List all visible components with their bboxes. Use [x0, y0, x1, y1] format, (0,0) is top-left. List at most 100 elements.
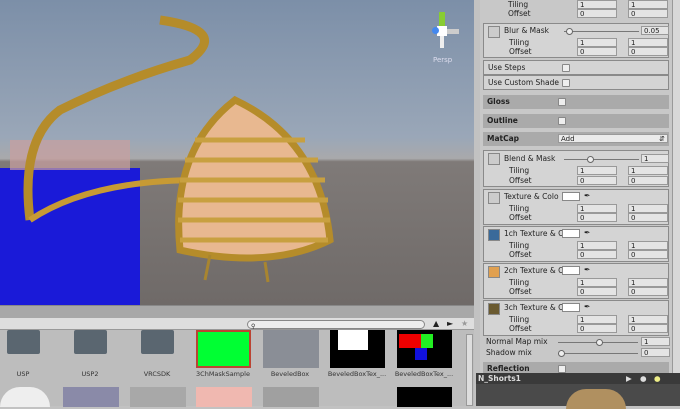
blend-mask-label: Blend & Mask	[504, 154, 556, 163]
eyedropper-icon[interactable]: ✒	[584, 265, 590, 275]
eyedropper-icon[interactable]: ✒	[584, 228, 590, 238]
tiling-x-field[interactable]: 1	[577, 38, 617, 47]
orientation-gizmo-icon[interactable]	[430, 12, 460, 52]
tiling-y-field[interactable]: 1	[628, 315, 668, 324]
asset-label[interactable]: USP2	[57, 370, 123, 378]
material-preview[interactable]	[476, 384, 680, 409]
blur-mask-value[interactable]: 0.05	[641, 26, 669, 35]
shadow-mix-label: Shadow mix	[486, 348, 532, 357]
offset-y-field[interactable]: 0	[628, 213, 668, 222]
tiling-label: Tiling	[509, 166, 530, 175]
blur-mask-slider[interactable]	[564, 28, 639, 35]
tiling-y-field[interactable]: 1	[628, 166, 668, 175]
normal-map-mix-label: Normal Map mix	[486, 337, 548, 346]
texture-slot[interactable]	[488, 26, 500, 38]
normal-map-mix-slider[interactable]	[558, 339, 638, 346]
eyedropper-icon[interactable]: ✒	[584, 302, 590, 312]
color-swatch[interactable]	[562, 229, 580, 238]
tiling-y-field[interactable]: 1	[628, 241, 668, 250]
offset-y-field[interactable]: 0	[628, 250, 668, 259]
offset-x-field[interactable]: 0	[577, 176, 617, 185]
asset-label[interactable]: BeveledBoxTex_...	[324, 370, 390, 378]
tiling-y-field[interactable]: 1	[628, 204, 668, 213]
eyedropper-icon[interactable]: ✒	[584, 191, 590, 201]
offset-y-field[interactable]: 0	[628, 287, 668, 296]
texture-slot[interactable]	[488, 229, 500, 241]
material-inspector: Tiling Offset 1 1 0 0 Blur & Mask 0.05 T…	[480, 0, 672, 373]
offset-label: Offset	[509, 250, 532, 259]
asset-label[interactable]: VRCSDK	[124, 370, 190, 378]
filter-by-type-icon[interactable]: ▲	[433, 319, 439, 328]
scene-scrollbar[interactable]	[0, 305, 474, 318]
blur-mask-section: Blur & Mask 0.05 Tiling Offset 1 1 0 0	[483, 23, 669, 58]
offset-y-field[interactable]: 0	[628, 9, 668, 18]
matcap-label: MatCap	[487, 134, 520, 143]
1ch-texture-section: 1ch Texture & C ✒ Tiling Offset 1 1 0 0	[483, 226, 669, 262]
inspector-scrollbar[interactable]	[672, 0, 680, 373]
offset-x-field[interactable]: 0	[577, 287, 617, 296]
scene-objects	[0, 15, 334, 305]
offset-x-field[interactable]: 0	[577, 324, 617, 333]
asset-label[interactable]: USP	[0, 370, 56, 378]
light-icon[interactable]: ●	[654, 373, 661, 384]
filter-by-label-icon[interactable]: ►	[447, 319, 453, 328]
outline-header[interactable]: Outline	[483, 114, 669, 128]
use-custom-shade-checkbox[interactable]	[562, 79, 570, 87]
shadow-mix-value[interactable]: 0	[641, 348, 670, 357]
matcap-mode-dropdown[interactable]: Add ⇵	[558, 134, 668, 143]
matcap-header: MatCap Add ⇵	[483, 132, 669, 146]
scene-view[interactable]: Persp	[0, 0, 474, 305]
project-search-input[interactable]: ⚲	[247, 320, 425, 330]
texture-slot[interactable]	[488, 192, 500, 204]
project-scrollbar[interactable]	[466, 334, 473, 406]
gloss-checkbox[interactable]	[558, 98, 566, 106]
offset-label: Offset	[508, 9, 531, 18]
asset-label[interactable]: BeveledBox	[257, 370, 323, 378]
tiling-x-field[interactable]: 1	[577, 278, 617, 287]
favorites-star-icon[interactable]: ★	[461, 319, 468, 328]
texture-label: 1ch Texture & C	[504, 229, 564, 238]
offset-y-field[interactable]: 0	[628, 324, 668, 333]
sphere-icon[interactable]: ●	[640, 373, 647, 384]
texture-slot[interactable]	[488, 266, 500, 278]
blur-mask-label: Blur & Mask	[504, 26, 549, 35]
normal-map-mix-value[interactable]: 1	[641, 337, 670, 346]
view-mode-label[interactable]: Persp	[433, 56, 452, 64]
offset-x-field[interactable]: 0	[577, 47, 617, 56]
use-steps-checkbox[interactable]	[562, 64, 570, 72]
color-swatch[interactable]	[562, 266, 580, 275]
offset-label: Offset	[509, 176, 532, 185]
offset-x-field[interactable]: 0	[577, 9, 617, 18]
texture-slot[interactable]	[488, 153, 500, 165]
tiling-y-field[interactable]: 1	[628, 38, 668, 47]
reflection-checkbox[interactable]	[558, 365, 566, 373]
tiling-x-field[interactable]: 1	[577, 166, 617, 175]
offset-x-field[interactable]: 0	[577, 250, 617, 259]
tiling-y-field[interactable]: 1	[628, 278, 668, 287]
tiling-y-field[interactable]: 1	[628, 0, 668, 9]
texture-label: 3ch Texture & C	[504, 303, 564, 312]
project-asset-grid: USP USP2 VRCSDK 3ChMaskSample BeveledBox…	[0, 330, 474, 407]
gloss-header[interactable]: Gloss	[483, 95, 669, 109]
preview-header: N_Shorts1 ▶ ● ●	[476, 373, 680, 384]
play-icon[interactable]: ▶	[626, 373, 632, 384]
asset-label[interactable]: 3ChMaskSample	[190, 370, 256, 378]
color-swatch[interactable]	[562, 303, 580, 312]
tiling-x-field[interactable]: 1	[577, 241, 617, 250]
offset-x-field[interactable]: 0	[577, 213, 617, 222]
offset-y-field[interactable]: 0	[628, 176, 668, 185]
blend-mask-value[interactable]: 1	[641, 154, 669, 163]
offset-label: Offset	[509, 287, 532, 296]
shadow-mix-slider[interactable]	[558, 350, 638, 357]
tiling-x-field[interactable]: 1	[577, 315, 617, 324]
use-steps-label: Use Steps	[488, 63, 526, 72]
tiling-x-field[interactable]: 1	[577, 0, 617, 9]
outline-checkbox[interactable]	[558, 117, 566, 125]
reflection-header[interactable]: Reflection	[483, 362, 669, 373]
color-swatch[interactable]	[562, 192, 580, 201]
blend-mask-slider[interactable]	[564, 156, 639, 163]
tiling-x-field[interactable]: 1	[577, 204, 617, 213]
offset-y-field[interactable]: 0	[628, 47, 668, 56]
asset-label[interactable]: BeveledBoxTex_...	[391, 370, 457, 378]
texture-slot[interactable]	[488, 303, 500, 315]
